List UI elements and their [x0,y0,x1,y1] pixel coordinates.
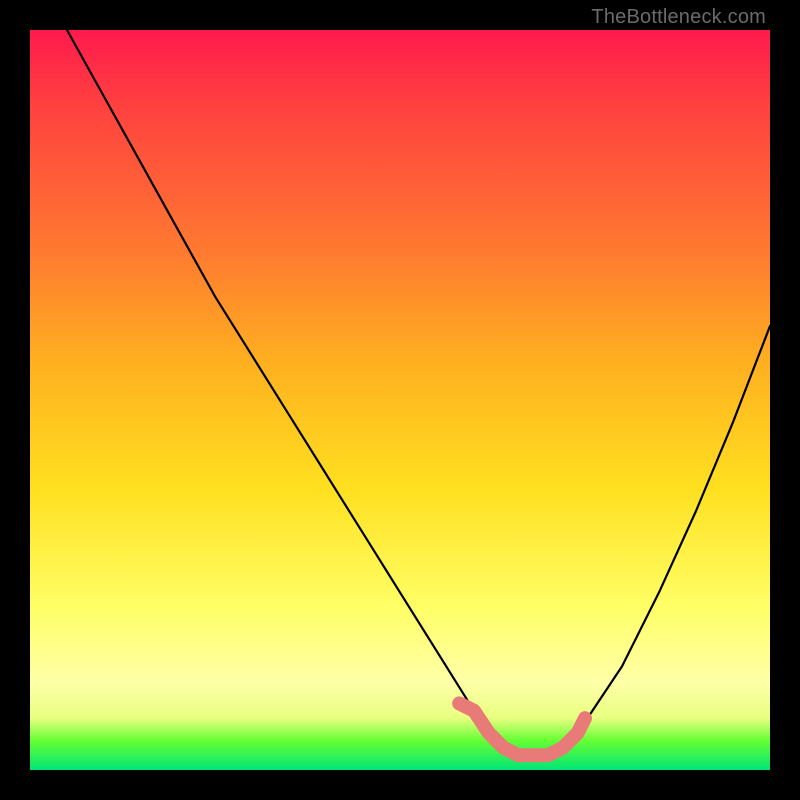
bottleneck-curve [67,30,770,755]
chart-overlay [30,30,770,770]
watermark-text: TheBottleneck.com [591,6,766,29]
chart-frame: TheBottleneck.com [0,0,800,800]
plot-area [30,30,770,770]
highlight-range [459,703,585,755]
